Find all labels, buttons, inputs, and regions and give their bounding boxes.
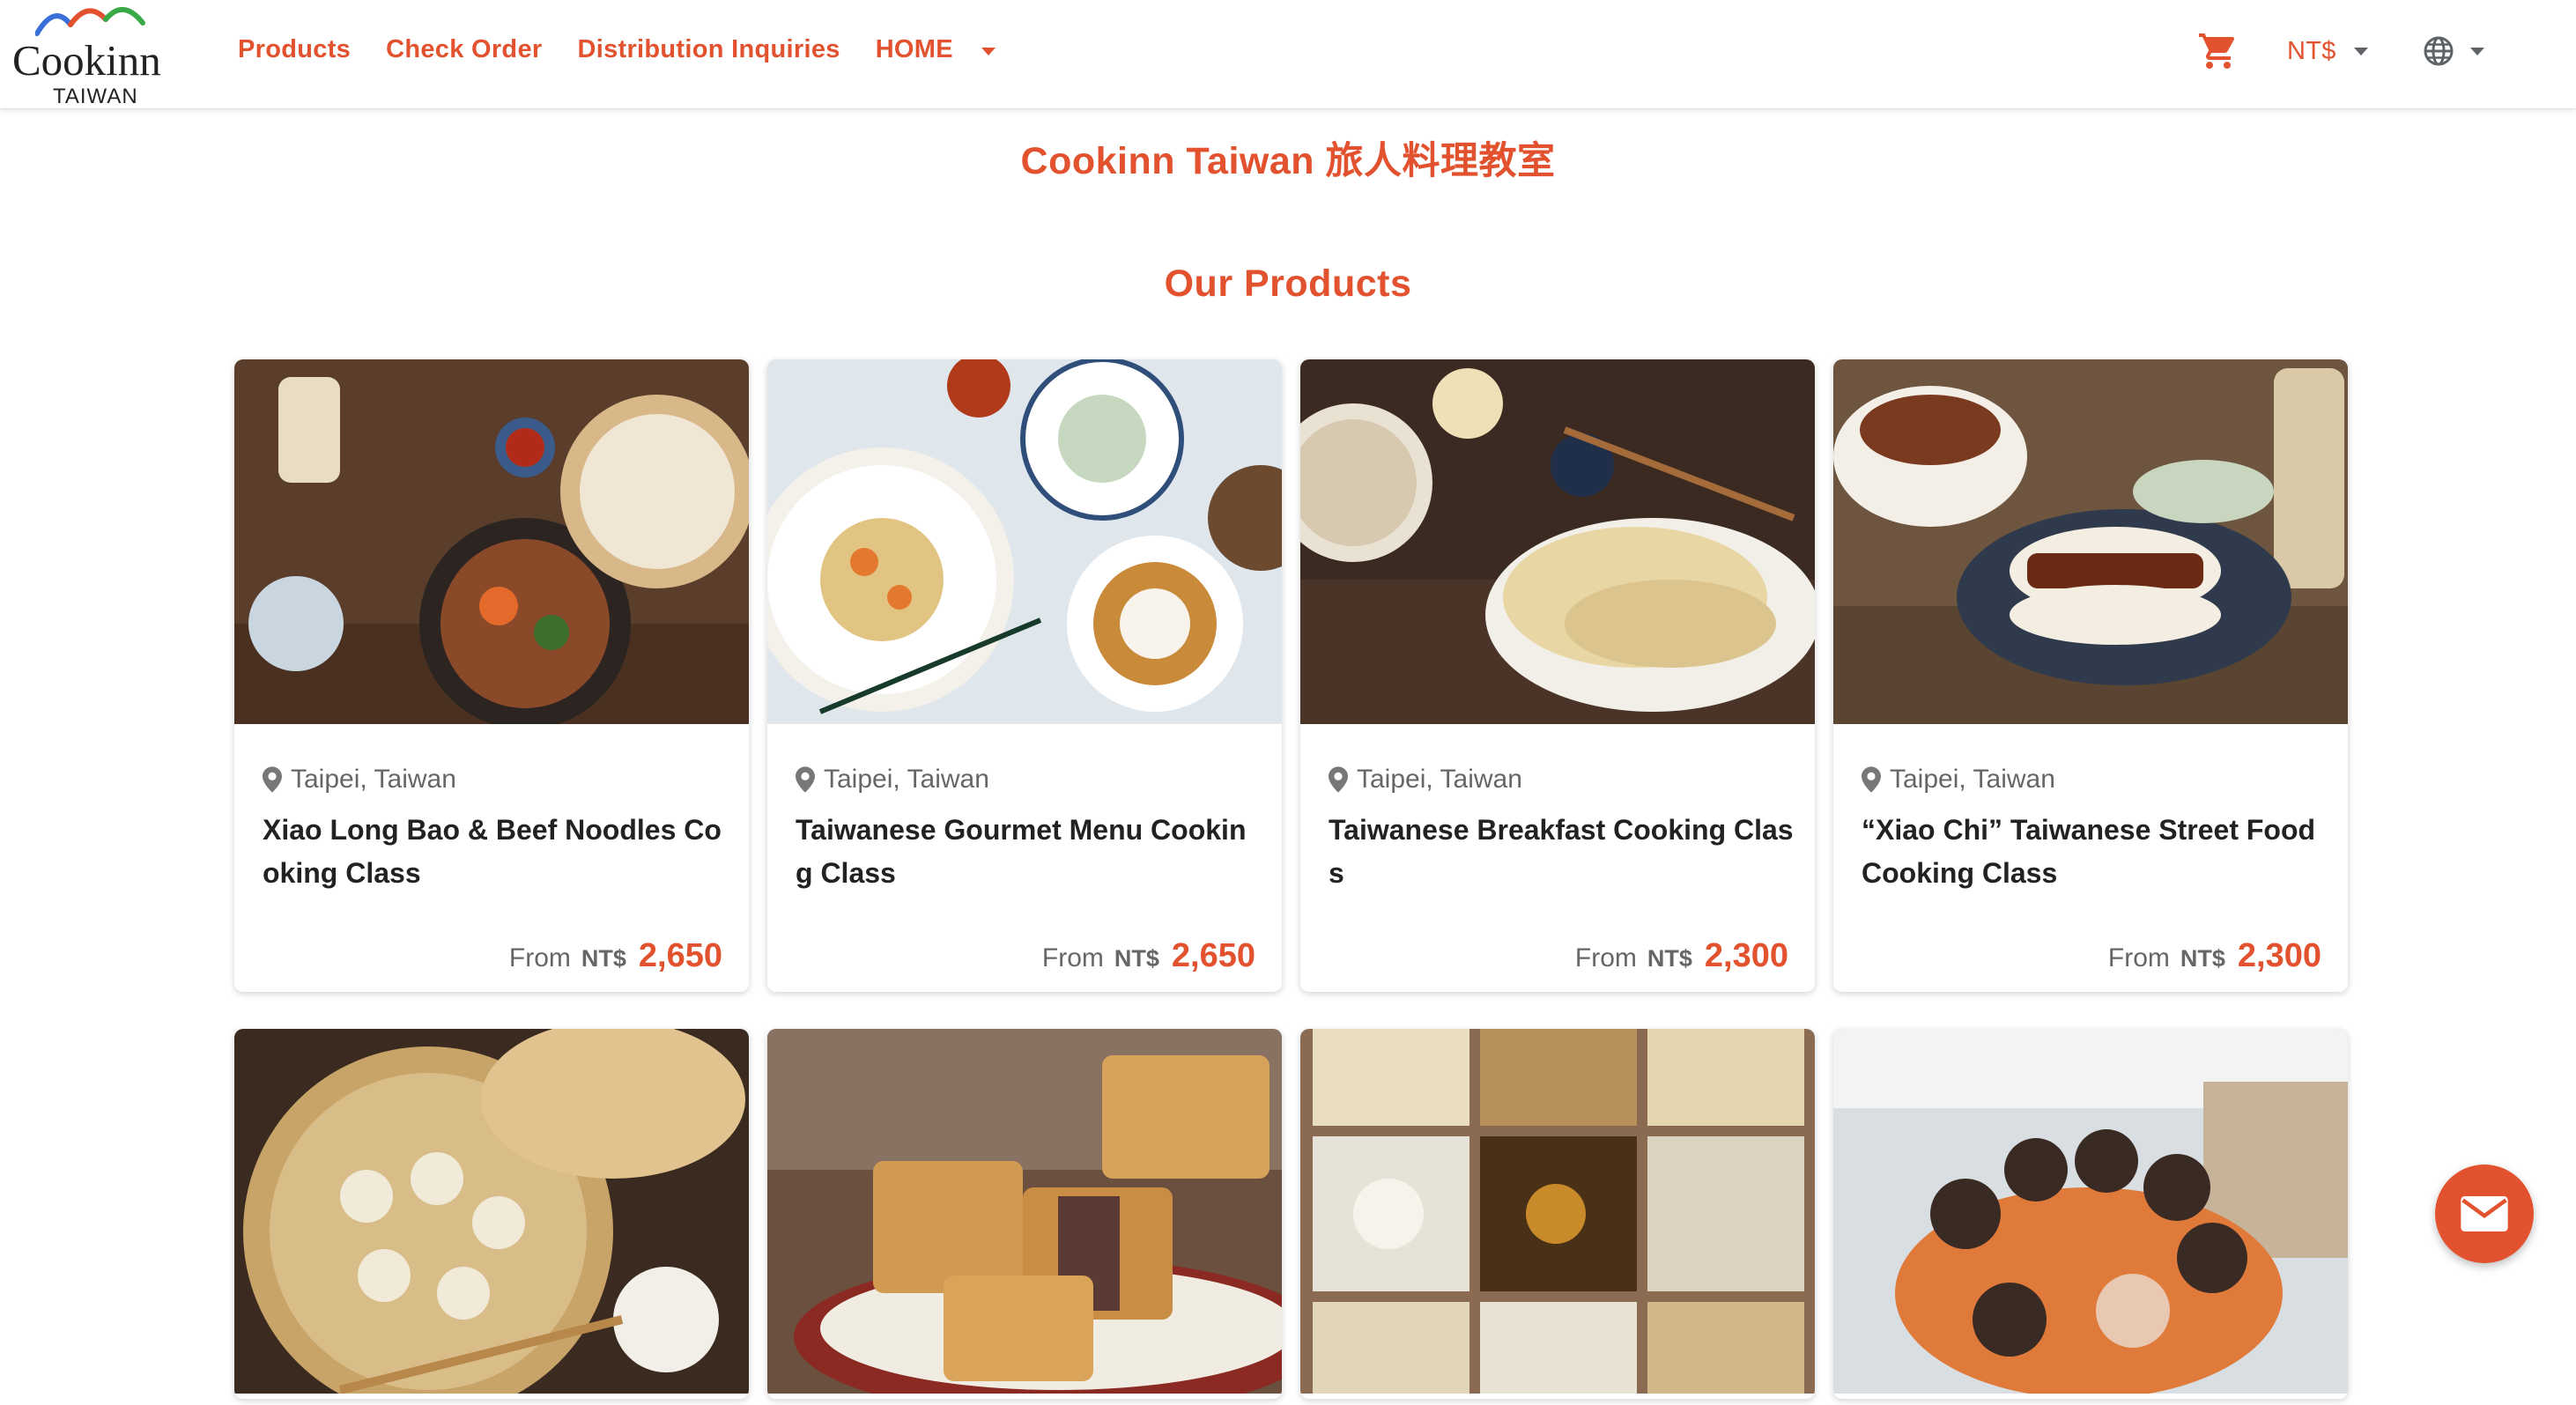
product-image [1833, 1029, 2348, 1394]
top-navbar: Cookinn TAIWAN Products Check Order Dist… [0, 0, 2576, 109]
chevron-down-icon[interactable] [981, 48, 996, 55]
product-price: From NT$ 2,300 [1575, 937, 1788, 975]
logo-text: Cookinn [12, 36, 161, 85]
location-pin-icon [1329, 766, 1348, 793]
price-prefix: From [1041, 943, 1104, 972]
product-name[interactable]: “Xiao Chi” Taiwanese Street Food Cooking… [1862, 809, 2328, 895]
product-price: From NT$ 2,650 [1042, 937, 1255, 975]
site-title: Cookinn Taiwan 旅人料理教室 [1020, 140, 1556, 182]
location-label: Taipei, Taiwan [824, 765, 989, 794]
product-card[interactable] [767, 1029, 1282, 1399]
product-price: From NT$ 2,300 [2108, 937, 2321, 975]
location-label: Taipei, Taiwan [291, 765, 456, 794]
product-image [234, 1029, 749, 1394]
price-prefix: From [2107, 943, 2170, 972]
product-card[interactable] [1300, 1029, 1815, 1399]
contact-chat-button[interactable] [2435, 1165, 2534, 1263]
section-title: Our Products [1164, 263, 1412, 305]
nav-distribution-inquiries[interactable]: Distribution Inquiries [577, 35, 840, 64]
price-currency: NT$ [581, 945, 626, 972]
price-prefix: From [1574, 943, 1637, 972]
header-tools: NT$ [2197, 30, 2484, 72]
price-currency: NT$ [2180, 945, 2225, 972]
price-amount: 2,300 [2237, 937, 2321, 974]
product-name[interactable]: Taiwanese Gourmet Menu Cooking Class [796, 809, 1262, 895]
mail-icon [2461, 1196, 2508, 1231]
price-amount: 2,300 [1704, 937, 1788, 974]
product-card[interactable]: Taipei, Taiwan “Xiao Chi” Taiwanese Stre… [1833, 359, 2348, 992]
language-chevron-down-icon[interactable] [2469, 47, 2484, 55]
product-image [1300, 1029, 1815, 1394]
product-card[interactable]: Taipei, Taiwan Taiwanese Gourmet Menu Co… [767, 359, 1282, 992]
nav-home[interactable]: HOME [876, 35, 953, 64]
location-pin-icon [263, 766, 282, 793]
location-pin-icon [796, 766, 815, 793]
product-price: From NT$ 2,650 [509, 937, 722, 975]
nav-check-order[interactable]: Check Order [386, 35, 542, 64]
price-amount: 2,650 [638, 937, 722, 974]
product-card[interactable]: Taipei, Taiwan Xiao Long Bao & Beef Nood… [234, 359, 749, 992]
price-prefix: From [508, 943, 571, 972]
price-currency: NT$ [1647, 945, 1692, 972]
location-pin-icon [1862, 766, 1881, 793]
nav-products[interactable]: Products [238, 35, 351, 64]
location-label: Taipei, Taiwan [1357, 765, 1522, 794]
currency-chevron-down-icon[interactable] [2353, 47, 2368, 55]
cookinn-logo[interactable]: Cookinn TAIWAN [12, 2, 189, 108]
location: Taipei, Taiwan [263, 765, 456, 795]
product-image [1300, 359, 1815, 724]
product-name[interactable]: Xiao Long Bao & Beef Noodles Cooking Cla… [263, 809, 729, 895]
product-image [1833, 359, 2348, 724]
location: Taipei, Taiwan [1329, 765, 1522, 795]
product-card[interactable] [1833, 1029, 2348, 1399]
product-image [234, 359, 749, 724]
price-amount: 2,650 [1171, 937, 1255, 974]
location-label: Taipei, Taiwan [1890, 765, 2055, 794]
location: Taipei, Taiwan [796, 765, 989, 795]
currency-selector[interactable]: NT$ [2287, 37, 2336, 66]
location: Taipei, Taiwan [1862, 765, 2055, 795]
product-image [767, 1029, 1282, 1394]
price-currency: NT$ [1114, 945, 1159, 972]
product-name[interactable]: Taiwanese Breakfast Cooking Class [1329, 809, 1795, 895]
logo-subtext: TAIWAN [53, 85, 138, 108]
product-card[interactable]: Taipei, Taiwan Taiwanese Breakfast Cooki… [1300, 359, 1815, 992]
cart-icon[interactable] [2197, 30, 2239, 72]
product-card[interactable] [234, 1029, 749, 1399]
logo-arcs-icon [35, 7, 145, 36]
main-nav: Products Check Order Distribution Inquir… [238, 35, 996, 64]
product-image [767, 359, 1282, 724]
globe-icon[interactable] [2423, 35, 2454, 67]
